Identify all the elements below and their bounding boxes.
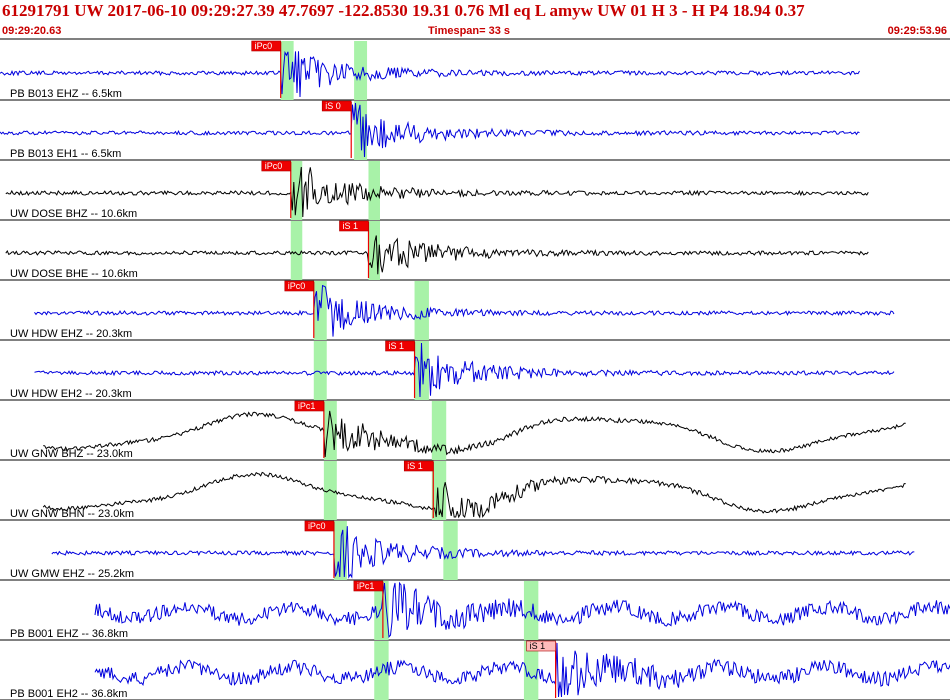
pick-label: iS 1: [389, 341, 405, 351]
phase-pick: iPc0: [251, 40, 282, 98]
trace-row: iPc1 PB B001 EHZ -- 36.8km: [0, 580, 950, 641]
trace-label: PB B001 EHZ -- 36.8km: [10, 628, 128, 640]
trace-row: iPc0 PB B013 EHZ -- 6.5km: [0, 40, 950, 101]
seismogram-viewer: 61291791 UW 2017-06-10 09:29:27.39 47.76…: [0, 0, 950, 700]
pick-window: [313, 341, 327, 400]
trace-label: PB B013 EHZ -- 6.5km: [10, 88, 122, 100]
trace-row: iS 1 UW GNW BHN -- 23.0km: [0, 460, 950, 521]
trace-row: iPc0 UW GMW EHZ -- 25.2km: [0, 520, 950, 581]
pick-label: iPc0: [308, 521, 326, 531]
waveform-trace: [0, 102, 860, 158]
trace-label: UW DOSE BHE -- 10.6km: [10, 268, 138, 280]
phase-pick: iPc0: [261, 160, 292, 218]
pick-window: [290, 221, 303, 280]
pick-label: iS 1: [407, 461, 423, 471]
pick-label: iPc1: [298, 401, 316, 411]
trace-label: UW GMW EHZ -- 25.2km: [10, 568, 134, 580]
trace-row: iPc1 UW GNW BHZ -- 23.0km: [0, 400, 950, 461]
trace-panel[interactable]: iPc0 PB B013 EHZ -- 6.5km iS 0 PB B013 EH1 …: [0, 0, 950, 700]
trace-row: iPc0 UW HDW EHZ -- 20.3km: [0, 280, 950, 341]
waveform-trace: [94, 581, 950, 639]
pick-window: [368, 161, 380, 220]
pick-label: iS 1: [342, 221, 358, 231]
phase-pick: iS 0: [321, 100, 352, 158]
phase-pick: iPc0: [284, 280, 315, 338]
waveform-trace: [51, 526, 915, 579]
trace-row: iS 0 PB B013 EH1 -- 6.5km: [0, 100, 950, 161]
pick-window: [523, 581, 539, 640]
trace-label: UW DOSE BHZ -- 10.6km: [10, 208, 137, 220]
phase-pick: iS 1: [403, 460, 434, 518]
waveform-trace: [42, 471, 906, 519]
waveform-trace: [34, 342, 895, 398]
trace-row: iPc0 UW DOSE BHZ -- 10.6km: [0, 160, 950, 221]
pick-window: [313, 281, 327, 340]
waveform-trace: [34, 284, 895, 337]
trace-label: UW HDW EH2 -- 20.3km: [10, 388, 132, 400]
phase-pick: iPc1: [294, 400, 325, 458]
pick-window: [443, 521, 458, 580]
waveform-trace: [43, 410, 906, 458]
pick-label: iS 1: [530, 641, 546, 651]
trace-label: UW HDW EHZ -- 20.3km: [10, 328, 132, 340]
waveform-trace: [0, 50, 860, 98]
pick-label: iPc0: [288, 281, 306, 291]
trace-row: iS 1 UW HDW EH2 -- 20.3km: [0, 340, 950, 401]
pick-window: [354, 41, 368, 100]
trace-row: iS 1 PB B001 EH2 -- 36.8km: [0, 640, 950, 700]
trace-label: UW GNW BHN -- 23.0km: [10, 508, 134, 520]
pick-label: iPc0: [265, 161, 283, 171]
pick-window: [431, 401, 447, 460]
pick-label: iS 0: [325, 101, 341, 111]
pick-label: iPc1: [357, 581, 375, 591]
pick-label: iPc0: [255, 41, 273, 51]
phase-pick: iS 1: [385, 340, 416, 398]
phase-pick: iS 1: [339, 220, 370, 278]
trace-label: PB B013 EH1 -- 6.5km: [10, 148, 121, 160]
phase-pick: iPc0: [304, 520, 335, 578]
waveform-trace: [94, 642, 950, 698]
trace-label: UW GNW BHZ -- 23.0km: [10, 448, 133, 460]
trace-row: iS 1 UW DOSE BHE -- 10.6km: [0, 220, 950, 281]
trace-label: PB B001 EH2 -- 36.8km: [10, 688, 127, 700]
